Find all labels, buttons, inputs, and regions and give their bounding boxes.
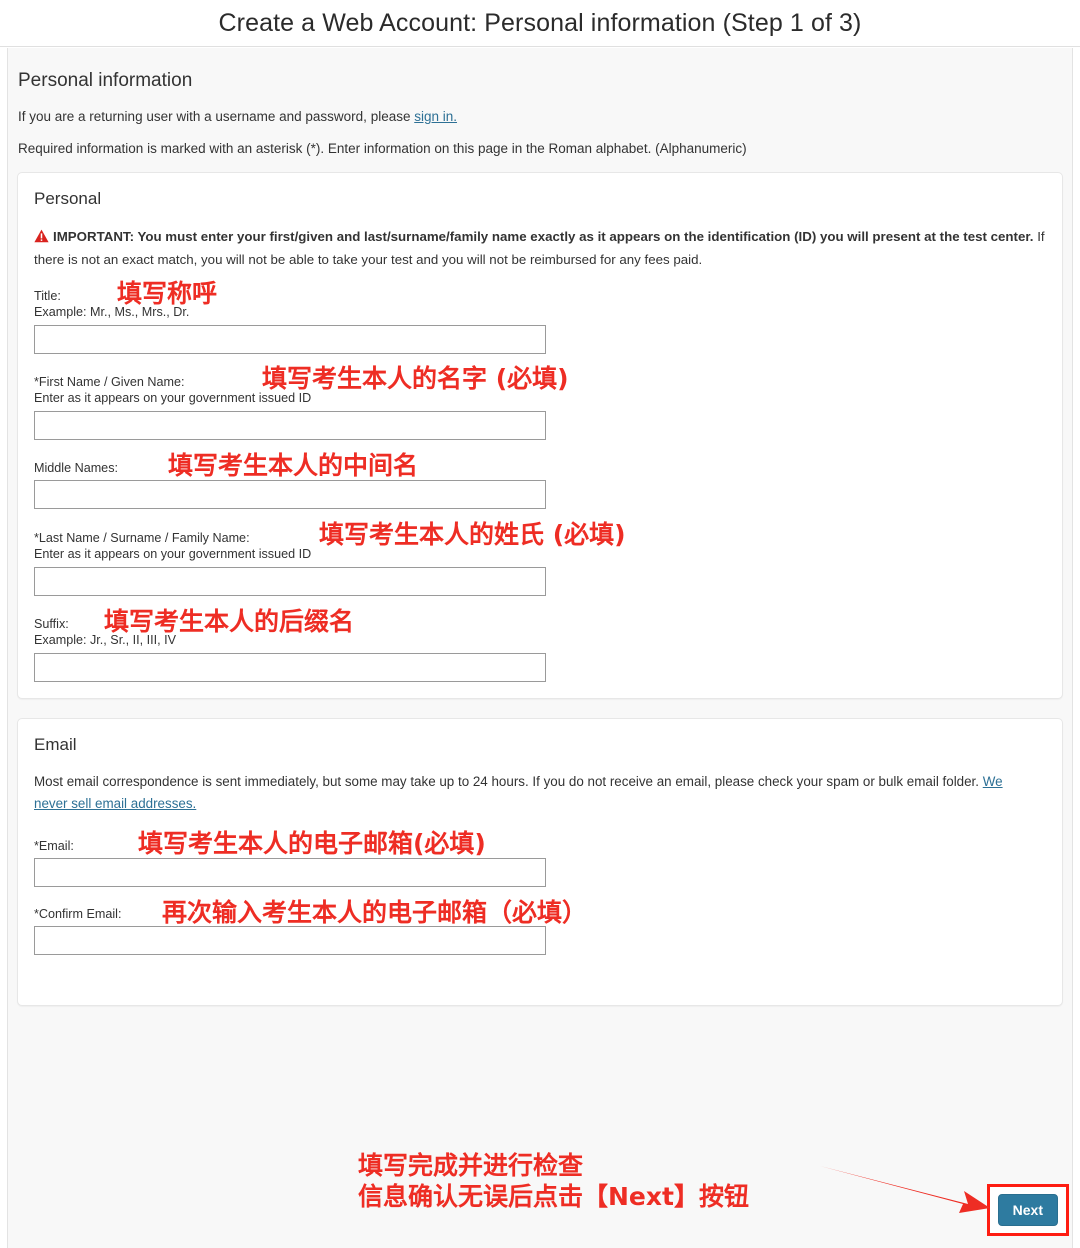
arrow-right-icon: [820, 1166, 990, 1213]
field-first-name-hint: Enter as it appears on your government i…: [34, 391, 312, 406]
annotation-email: 填写考生本人的电子邮箱(必填): [138, 829, 486, 859]
annotation-middle-names: 填写考生本人的中间名: [168, 451, 419, 481]
field-confirm-email-label-row: *Confirm Email: 再次输入考生本人的电子邮箱（必填）: [34, 900, 1048, 925]
returning-user-line: If you are a returning user with a usern…: [18, 109, 1072, 124]
field-suffix: Suffix: 填写考生本人的后缀名 Example: Jr., Sr., II…: [32, 609, 1048, 683]
important-warning-bold: IMPORTANT: You must enter your first/giv…: [53, 229, 1034, 244]
field-middle-names: Middle Names: 填写考生本人的中间名: [32, 453, 1048, 510]
field-last-name-hint: Enter as it appears on your government i…: [34, 547, 312, 562]
field-email: *Email: 填写考生本人的电子邮箱(必填): [32, 831, 1048, 888]
email-panel: Email Most email correspondence is sent …: [17, 718, 1063, 1007]
title-input[interactable]: [34, 325, 546, 355]
page-title: Create a Web Account: Personal informati…: [218, 8, 862, 37]
annotation-last-name: 填写考生本人的姓氏 (必填): [319, 520, 626, 550]
email-description: Most email correspondence is sent immedi…: [34, 771, 1039, 814]
annotation-confirm-email: 再次输入考生本人的电子邮箱（必填）: [162, 898, 588, 928]
personal-panel: Personal IMPORTANT: You must enter your …: [17, 172, 1063, 700]
field-title-label: Title:: [34, 289, 61, 304]
field-email-label: *Email:: [34, 839, 74, 854]
confirm-email-input[interactable]: [34, 926, 546, 956]
field-title: Title: 填写称呼 Example: Mr., Ms., Mrs., Dr.: [32, 281, 1048, 355]
field-suffix-label: Suffix:: [34, 617, 69, 632]
content-shell: Personal information If you are a return…: [7, 48, 1073, 1248]
field-last-name: *Last Name / Surname / Family Name: 填写考生…: [32, 522, 1048, 597]
personal-panel-title: Personal: [34, 189, 102, 208]
page-header: Create a Web Account: Personal informati…: [0, 0, 1080, 47]
annotation-title: 填写称呼: [117, 279, 218, 309]
field-last-name-label-row: *Last Name / Surname / Family Name: 填写考生…: [34, 522, 1048, 547]
next-button[interactable]: Next: [997, 1194, 1058, 1226]
first-name-input[interactable]: [34, 411, 546, 441]
footer-annotation: 填写完成并进行检查 信息确认无误后点击【Next】按钮: [358, 1150, 749, 1213]
email-panel-title: Email: [34, 735, 77, 755]
warning-triangle-icon: [34, 229, 49, 250]
field-suffix-label-row: Suffix: 填写考生本人的后缀名: [34, 609, 1048, 634]
email-description-text: Most email correspondence is sent immedi…: [34, 774, 983, 790]
suffix-input[interactable]: [34, 653, 546, 683]
field-first-name-label: *First Name / Given Name:: [34, 375, 185, 390]
field-email-label-row: *Email: 填写考生本人的电子邮箱(必填): [34, 831, 1048, 856]
required-note: Required information is marked with an a…: [18, 141, 747, 156]
middle-names-input[interactable]: [34, 480, 546, 510]
field-middle-names-label: Middle Names:: [34, 461, 118, 476]
footer-annotation-line2: 信息确认无误后点击【Next】按钮: [358, 1182, 749, 1212]
returning-user-text: If you are a returning user with a usern…: [18, 109, 415, 124]
field-title-label-row: Title: 填写称呼: [34, 281, 1048, 306]
field-middle-names-label-row: Middle Names: 填写考生本人的中间名: [34, 453, 1048, 478]
annotation-suffix: 填写考生本人的后缀名: [104, 607, 355, 637]
last-name-input[interactable]: [34, 567, 546, 597]
field-first-name-label-row: *First Name / Given Name: 填写考生本人的名字 (必填): [34, 366, 1048, 391]
sign-in-link[interactable]: sign in.: [414, 109, 457, 124]
field-first-name: *First Name / Given Name: 填写考生本人的名字 (必填)…: [32, 366, 1048, 441]
important-warning: IMPORTANT: You must enter your first/giv…: [34, 227, 1048, 270]
footer-annotation-line1: 填写完成并进行检查: [358, 1151, 584, 1180]
section-heading: Personal information: [18, 70, 193, 91]
annotation-first-name: 填写考生本人的名字 (必填): [262, 364, 569, 394]
email-input[interactable]: [34, 858, 546, 888]
field-confirm-email-label: *Confirm Email:: [34, 907, 122, 922]
field-confirm-email: *Confirm Email: 再次输入考生本人的电子邮箱（必填）: [32, 900, 1048, 956]
field-last-name-label: *Last Name / Surname / Family Name:: [34, 531, 250, 546]
